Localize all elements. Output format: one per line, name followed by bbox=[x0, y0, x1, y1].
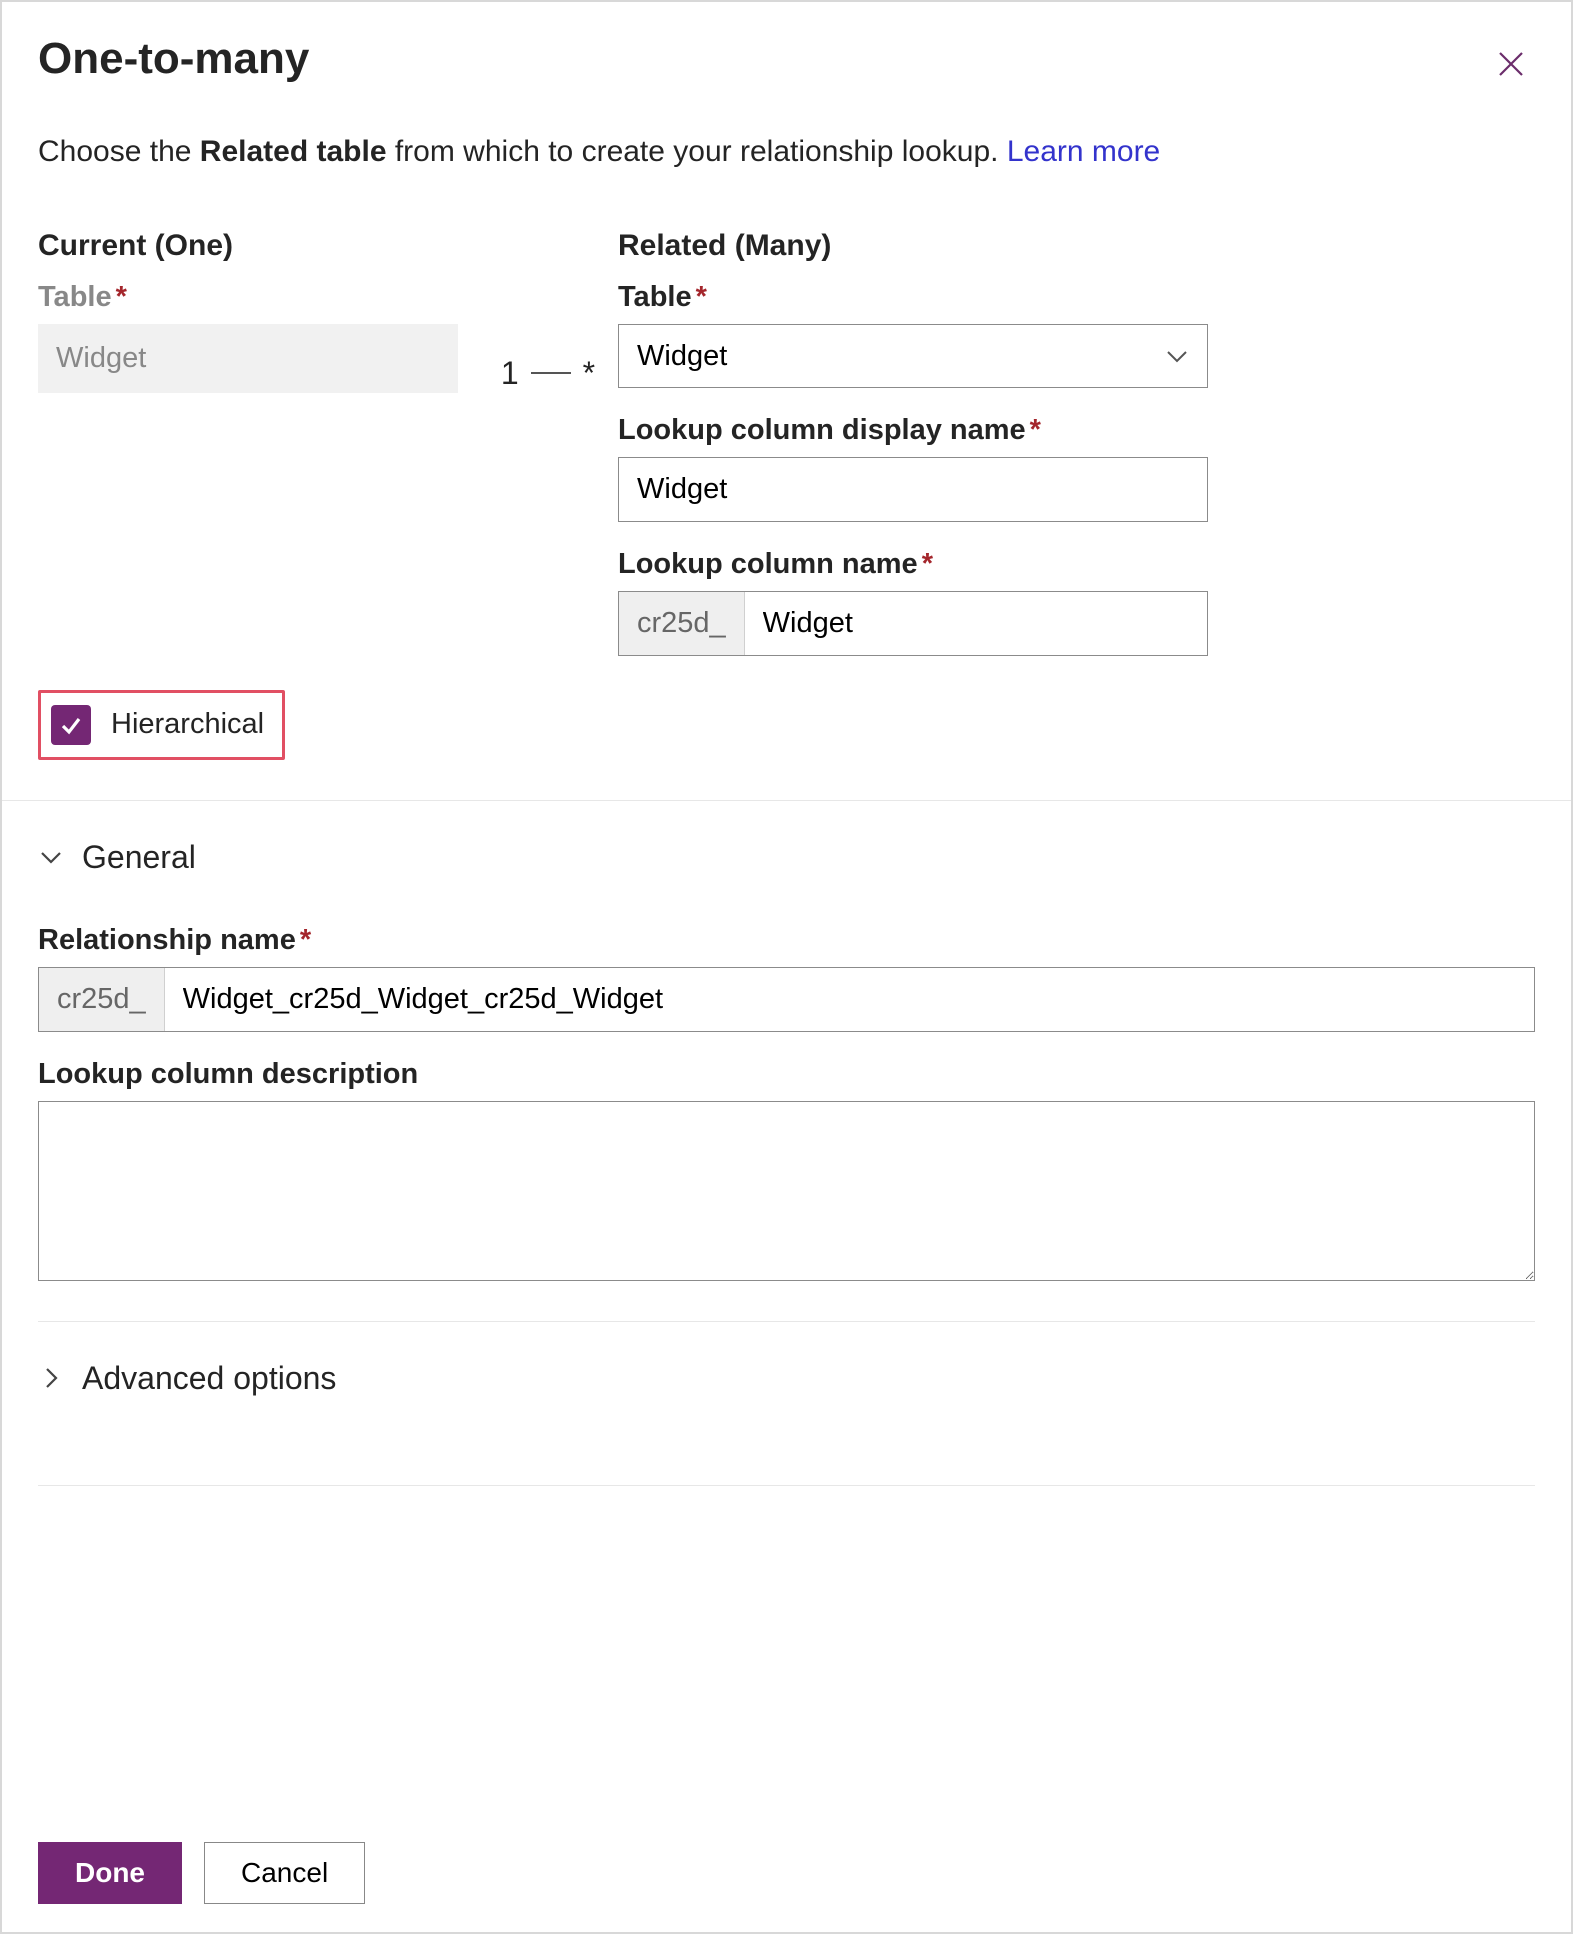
lookup-display-input[interactable] bbox=[618, 457, 1208, 522]
intro-suffix: from which to create your relationship l… bbox=[387, 135, 1007, 168]
related-table-select[interactable] bbox=[618, 324, 1208, 389]
related-table-label: Table* bbox=[618, 281, 1208, 314]
hierarchical-checkbox[interactable] bbox=[51, 705, 91, 745]
relationship-name-label: Relationship name* bbox=[38, 924, 1535, 957]
relationship-name-prefix: cr25d_ bbox=[39, 968, 165, 1031]
hierarchical-label: Hierarchical bbox=[111, 708, 264, 741]
many-indicator: * bbox=[583, 355, 595, 392]
required-mark: * bbox=[116, 281, 127, 313]
chevron-right-icon bbox=[38, 1365, 64, 1391]
lookup-name-input[interactable] bbox=[745, 592, 1207, 655]
one-indicator: 1 bbox=[501, 355, 519, 392]
lookup-display-label: Lookup column display name* bbox=[618, 414, 1208, 447]
current-column: Current (One) Table* Widget bbox=[38, 229, 478, 393]
relationship-connector: 1 * bbox=[478, 229, 618, 392]
divider bbox=[38, 1321, 1535, 1322]
done-button[interactable]: Done bbox=[38, 1842, 182, 1904]
check-icon bbox=[58, 712, 84, 738]
intro-prefix: Choose the bbox=[38, 135, 200, 168]
lookup-description-textarea[interactable] bbox=[38, 1101, 1535, 1281]
required-mark: * bbox=[1030, 414, 1041, 446]
required-mark: * bbox=[300, 924, 311, 956]
relationship-name-input[interactable] bbox=[165, 968, 1534, 1031]
general-section-toggle[interactable]: General bbox=[38, 839, 1535, 876]
spacer bbox=[38, 1486, 1535, 1842]
lookup-name-input-group: cr25d_ bbox=[618, 591, 1208, 656]
relationship-name-input-group: cr25d_ bbox=[38, 967, 1535, 1032]
header-row: One-to-many bbox=[38, 34, 1535, 132]
advanced-section-label: Advanced options bbox=[82, 1360, 336, 1397]
general-section-label: General bbox=[82, 839, 196, 876]
lookup-name-prefix: cr25d_ bbox=[619, 592, 745, 655]
columns-row: Current (One) Table* Widget 1 * Related … bbox=[38, 229, 1535, 656]
footer-buttons: Done Cancel bbox=[38, 1842, 1535, 1904]
intro-text: Choose the Related table from which to c… bbox=[38, 132, 1535, 173]
chevron-down-icon bbox=[38, 844, 64, 870]
required-mark: * bbox=[922, 548, 933, 580]
related-column: Related (Many) Table* Lookup column disp… bbox=[618, 229, 1208, 656]
required-mark: * bbox=[696, 281, 707, 313]
close-icon bbox=[1497, 50, 1525, 78]
related-table-select-wrap bbox=[618, 324, 1208, 389]
current-table-label: Table* bbox=[38, 281, 478, 314]
divider bbox=[2, 800, 1571, 801]
lookup-description-label: Lookup column description bbox=[38, 1058, 1535, 1091]
intro-bold: Related table bbox=[200, 135, 387, 168]
panel-title: One-to-many bbox=[38, 34, 309, 84]
close-button[interactable] bbox=[1487, 40, 1535, 88]
connector-line-icon bbox=[531, 372, 571, 374]
advanced-section-toggle[interactable]: Advanced options bbox=[38, 1360, 1535, 1397]
cancel-button[interactable]: Cancel bbox=[204, 1842, 365, 1904]
learn-more-link[interactable]: Learn more bbox=[1007, 135, 1160, 168]
current-table-value: Widget bbox=[38, 324, 458, 393]
hierarchical-highlight: Hierarchical bbox=[38, 690, 285, 760]
current-heading: Current (One) bbox=[38, 229, 478, 263]
lookup-name-label: Lookup column name* bbox=[618, 548, 1208, 581]
one-to-many-panel: One-to-many Choose the Related table fro… bbox=[0, 0, 1573, 1934]
related-heading: Related (Many) bbox=[618, 229, 1208, 263]
